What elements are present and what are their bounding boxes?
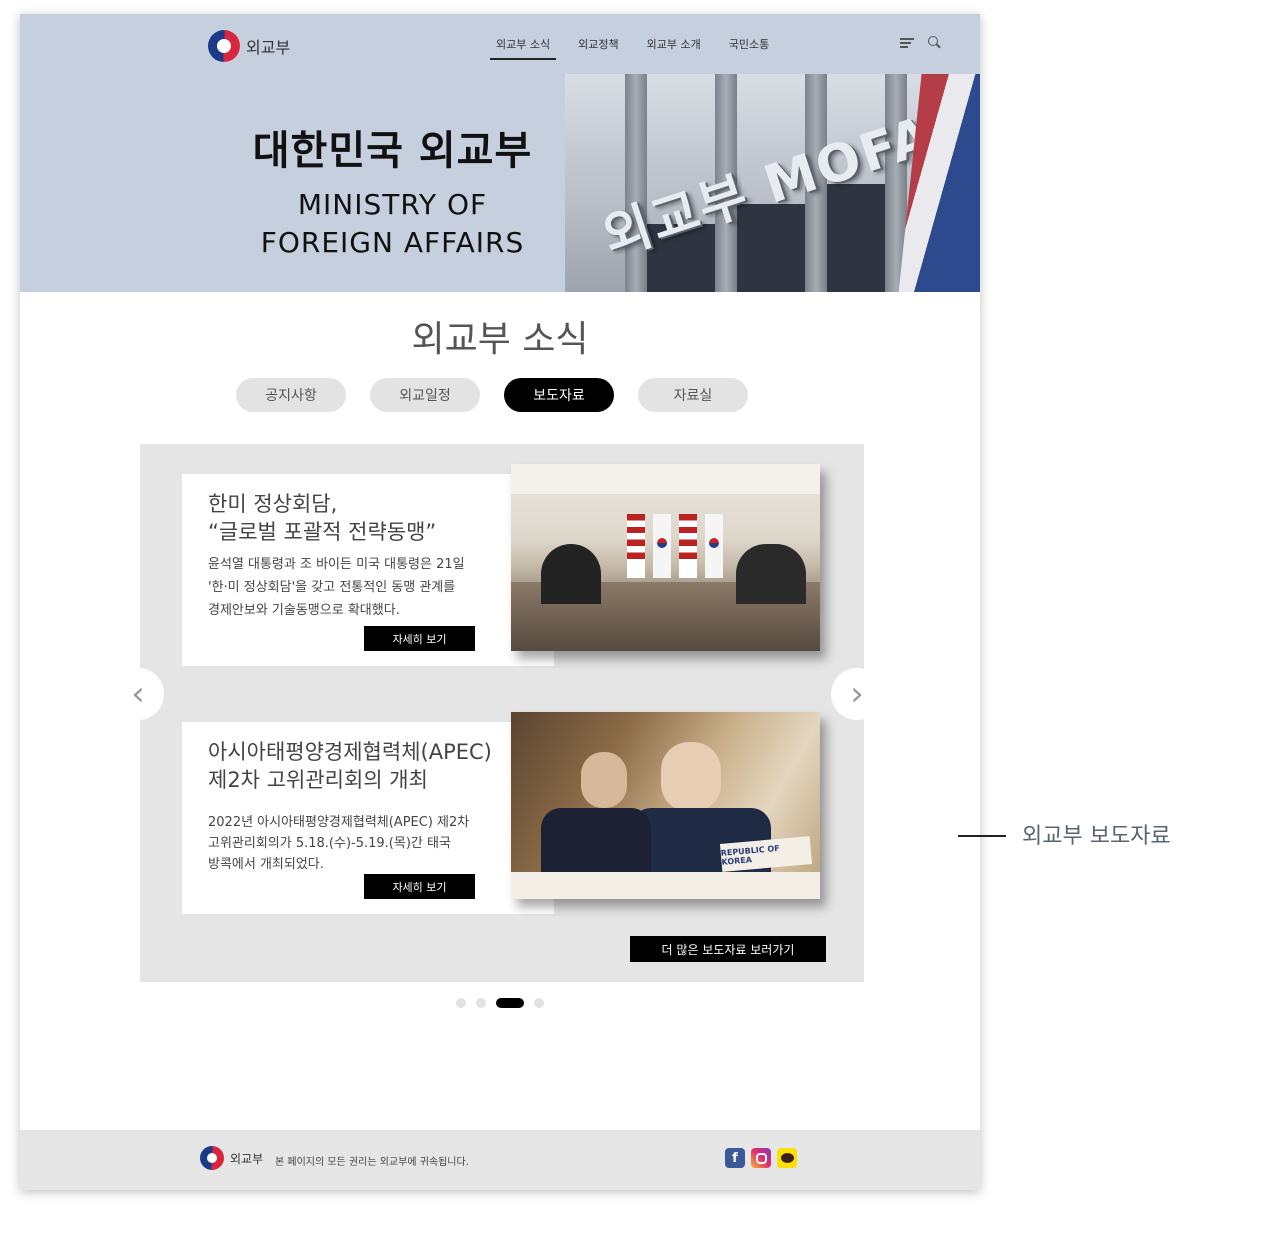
press-card: 아시아태평양경제협력체(APEC) 제2차 고위관리회의 개최 2022년 아시… <box>182 722 554 914</box>
section-title: 외교부 소식 <box>411 319 589 360</box>
header-logo[interactable]: 외교부 <box>208 30 290 62</box>
nav-item-communication[interactable]: 국민소통 <box>723 36 775 60</box>
press-card: 한미 정상회담, “글로벌 포괄적 전략동맹” 윤석열 대통령과 조 바이든 미… <box>182 474 554 666</box>
kakaotalk-icon[interactable] <box>777 1148 797 1168</box>
card-title: 한미 정상회담, “글로벌 포괄적 전략동맹” <box>208 492 437 544</box>
taegeuk-logo-icon <box>208 30 240 62</box>
annotation-label: 외교부 보도자료 <box>1022 824 1171 849</box>
tab-press-releases[interactable]: 보도자료 <box>504 378 614 412</box>
hero-title-block: 대한민국 외교부 MINISTRY OF FOREIGN AFFAIRS <box>220 118 565 262</box>
hero-title-kr: 대한민국 외교부 <box>252 128 533 174</box>
pagination-dot[interactable] <box>534 998 544 1008</box>
summit-photo <box>511 464 820 651</box>
carousel-pagination <box>456 998 544 1008</box>
tab-schedule[interactable]: 외교일정 <box>370 378 480 412</box>
main-nav: 외교부 소식 외교정책 외교부 소개 국민소통 <box>490 36 791 60</box>
tab-notices[interactable]: 공지사항 <box>236 378 346 412</box>
annotation-line <box>958 835 1006 837</box>
social-links: f <box>725 1148 797 1168</box>
more-press-releases-button[interactable]: 더 많은 보도자료 보러가기 <box>630 936 826 962</box>
pagination-dot[interactable] <box>456 998 466 1008</box>
ministry-building-photo: 외교부 MOFA <box>565 74 980 292</box>
page-frame: 외교부 외교부 소식 외교정책 외교부 소개 국민소통 대한민국 외교부 MIN… <box>20 14 980 1190</box>
chevron-right-icon[interactable]: › <box>831 668 883 720</box>
card-body: 윤석열 대통령과 조 바이든 미국 대통령은 21일 '한·미 정상회담'을 갖… <box>208 557 465 618</box>
news-tabs: 공지사항 외교일정 보도자료 자료실 <box>236 378 748 412</box>
pagination-dot[interactable] <box>476 998 486 1008</box>
copyright-text: 본 페이지의 모든 권리는 외교부에 귀속됩니다. <box>275 1157 469 1168</box>
hero-banner: 외교부 외교부 소식 외교정책 외교부 소개 국민소통 대한민국 외교부 MIN… <box>20 14 980 292</box>
read-more-button[interactable]: 자세히 보기 <box>364 874 475 899</box>
card-title: 아시아태평양경제협력체(APEC) 제2차 고위관리회의 개최 <box>208 740 492 792</box>
tab-archive[interactable]: 자료실 <box>638 378 748 412</box>
hero-title-en-1: MINISTRY OF <box>297 188 488 221</box>
apec-meeting-photo: REPUBLIC OF KOREA <box>511 712 820 899</box>
press-carousel: 한미 정상회담, “글로벌 포괄적 전략동맹” 윤석열 대통령과 조 바이든 미… <box>140 444 864 982</box>
footer-logo-text: 외교부 <box>230 1151 264 1166</box>
footer-logo[interactable]: 외교부 <box>200 1146 263 1170</box>
nav-item-about[interactable]: 외교부 소개 <box>641 36 707 60</box>
read-more-button[interactable]: 자세히 보기 <box>364 626 475 651</box>
hero-title-en-2: FOREIGN AFFAIRS <box>260 226 525 259</box>
logo-text: 외교부 <box>246 38 291 57</box>
pagination-dot-active[interactable] <box>496 998 524 1008</box>
chevron-left-icon[interactable]: ‹ <box>112 668 164 720</box>
menu-icon[interactable] <box>900 36 914 50</box>
header-actions <box>900 36 942 50</box>
taegeuk-logo-icon <box>200 1146 224 1170</box>
footer: 외교부 본 페이지의 모든 권리는 외교부에 귀속됩니다. f <box>20 1130 980 1190</box>
nav-item-policy[interactable]: 외교정책 <box>572 36 624 60</box>
nav-item-news[interactable]: 외교부 소식 <box>490 36 557 60</box>
search-icon[interactable] <box>928 36 942 50</box>
instagram-icon[interactable] <box>751 1148 771 1168</box>
facebook-icon[interactable]: f <box>725 1148 745 1168</box>
card-body: 2022년 아시아태평양경제협력체(APEC) 제2차 고위관리회의가 5.18… <box>208 815 470 872</box>
